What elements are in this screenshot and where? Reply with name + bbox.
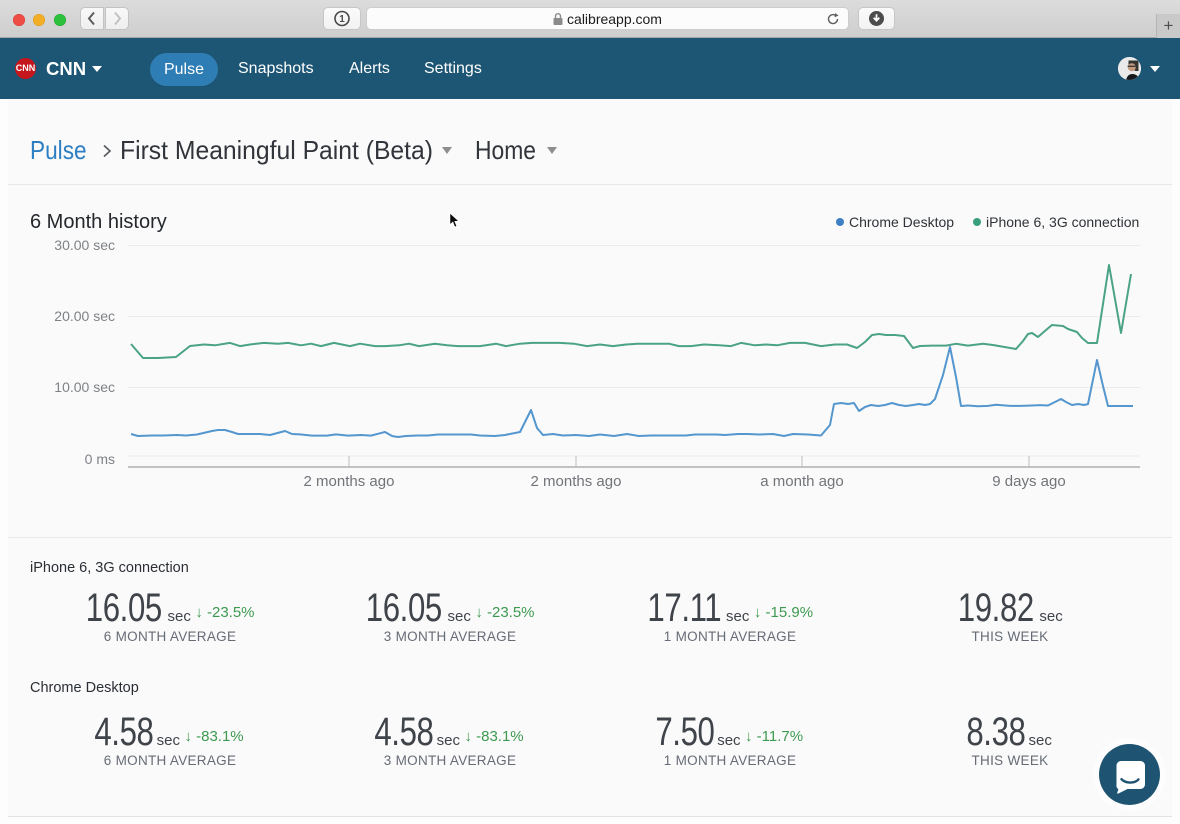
- svg-text:1: 1: [339, 14, 345, 25]
